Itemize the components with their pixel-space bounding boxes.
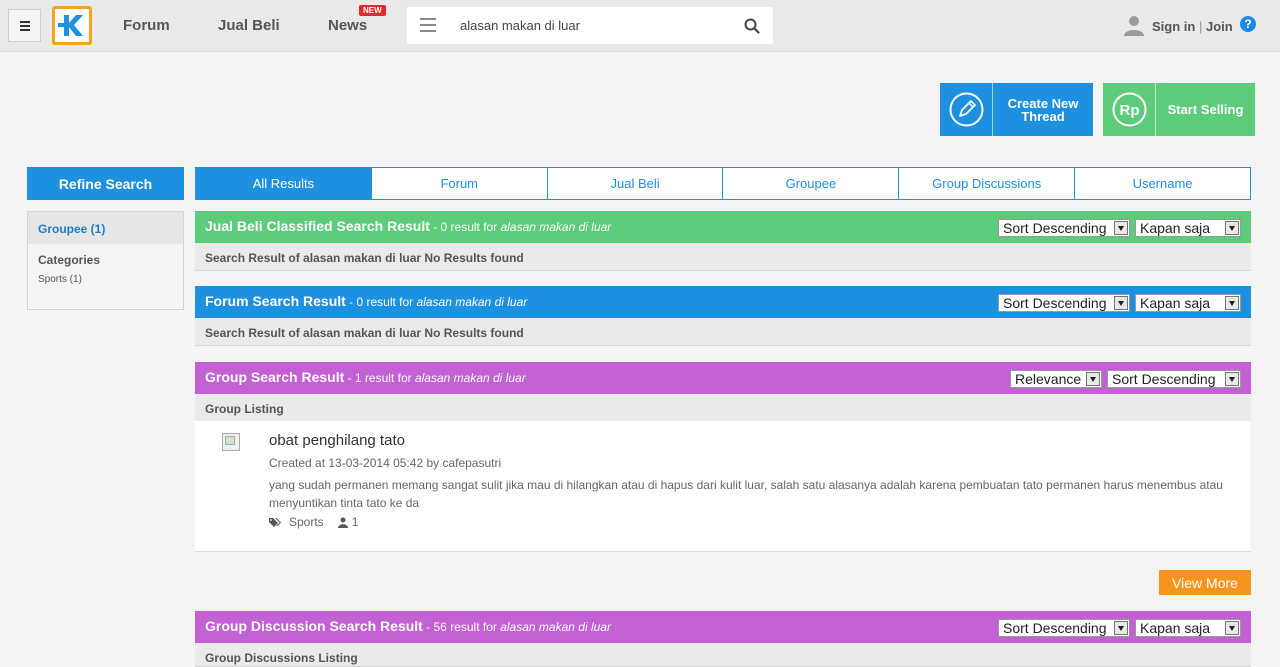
nav-jual-beli[interactable]: Jual Beli xyxy=(218,17,280,34)
forum-section-header: Forum Search Result - 0 result for alasa… xyxy=(195,286,1251,318)
kaskus-logo[interactable] xyxy=(52,6,92,45)
tags-icon xyxy=(269,517,281,527)
section-title: Jual Beli Classified Search Result - 0 r… xyxy=(205,218,612,234)
chevron-down-icon xyxy=(1086,372,1100,386)
jual-beli-section-header: Jual Beli Classified Search Result - 0 r… xyxy=(195,211,1251,243)
tab-all-results[interactable]: All Results xyxy=(196,168,371,199)
k-logo-icon xyxy=(58,15,83,36)
chevron-down-icon xyxy=(1225,372,1239,386)
relevance-select[interactable]: Relevance xyxy=(1010,370,1102,388)
member-icon xyxy=(337,517,348,528)
section-title: Group Search Result - 1 result for alasa… xyxy=(205,369,526,385)
svg-text:Rp: Rp xyxy=(1120,102,1140,119)
tab-jual-beli[interactable]: Jual Beli xyxy=(546,168,723,199)
forum-no-results: Search Result of alasan makan di luar No… xyxy=(195,318,1251,346)
view-more-button[interactable]: View More xyxy=(1159,570,1251,595)
tab-groupee[interactable]: Groupee xyxy=(722,168,898,199)
chevron-down-icon xyxy=(1114,296,1128,310)
create-new-thread-button[interactable]: Create New Thread xyxy=(940,83,1093,136)
sort-select[interactable]: Sort Descending xyxy=(998,219,1130,237)
signin-link[interactable]: Sign in xyxy=(1152,19,1195,34)
group-section-header: Group Search Result - 1 result for alasa… xyxy=(195,362,1251,394)
main-menu-button[interactable] xyxy=(8,9,41,42)
search-input[interactable] xyxy=(460,16,730,34)
signin-join: Sign in | Join xyxy=(1152,19,1233,34)
refine-search-button[interactable]: Refine Search xyxy=(27,167,184,200)
tag-sports[interactable]: Sports xyxy=(289,515,324,529)
time-select[interactable]: Kapan saja xyxy=(1135,294,1241,312)
start-selling-label: Start Selling xyxy=(1167,102,1244,117)
rupiah-icon: Rp xyxy=(1103,83,1156,136)
time-select[interactable]: Kapan saja xyxy=(1135,619,1241,637)
nav-forum[interactable]: Forum xyxy=(123,17,170,34)
refine-panel: Groupee (1) Categories Sports (1) xyxy=(27,211,184,310)
group-meta: Created at 13-03-2014 05:42 by cafepasut… xyxy=(269,456,502,470)
group-title-link[interactable]: obat penghilang tato xyxy=(269,432,405,449)
section-title: Group Discussion Search Result - 56 resu… xyxy=(205,618,611,634)
sort-select[interactable]: Sort Descending xyxy=(998,294,1130,312)
chevron-down-icon xyxy=(1225,621,1239,635)
search-icon[interactable] xyxy=(743,17,761,35)
jual-beli-no-results: Search Result of alasan makan di luar No… xyxy=(195,243,1251,271)
top-navbar: Forum Jual Beli News NEW Sign in | Join … xyxy=(0,0,1280,52)
list-item: obat penghilang tato Created at 13-03-20… xyxy=(195,421,1251,552)
section-title: Forum Search Result - 0 result for alasa… xyxy=(205,293,528,309)
group-listing-heading: Group Listing xyxy=(195,394,1251,422)
start-selling-button[interactable]: Rp Start Selling xyxy=(1103,83,1255,136)
sort-select[interactable]: Sort Descending xyxy=(1107,370,1241,388)
new-badge: NEW xyxy=(359,5,386,16)
pencil-icon xyxy=(940,83,993,136)
filter-groupee[interactable]: Groupee (1) xyxy=(28,212,183,244)
time-select[interactable]: Kapan saja xyxy=(1135,219,1241,237)
group-discussions-listing-heading: Group Discussions Listing xyxy=(195,643,1251,667)
member-count: 1 xyxy=(351,515,359,529)
create-new-thread-label: Create New Thread xyxy=(1007,95,1079,124)
group-tags: Sports 1 xyxy=(269,515,358,529)
group-thumbnail[interactable] xyxy=(222,433,240,451)
tab-username[interactable]: Username xyxy=(1074,168,1250,199)
tab-group-discussions[interactable]: Group Discussions xyxy=(898,168,1074,199)
signin-separator: | xyxy=(1198,19,1203,34)
search-bar xyxy=(407,7,773,44)
categories-heading: Categories xyxy=(38,253,101,267)
result-tabs: All Results Forum Jual Beli Groupee Grou… xyxy=(195,167,1251,200)
group-discussion-section-header: Group Discussion Search Result - 56 resu… xyxy=(195,611,1251,643)
help-icon[interactable]: ? xyxy=(1240,16,1256,32)
search-category-menu-icon[interactable] xyxy=(420,18,436,32)
sort-select[interactable]: Sort Descending xyxy=(998,619,1130,637)
nav-news[interactable]: News xyxy=(328,17,367,34)
chevron-down-icon xyxy=(1225,296,1239,310)
chevron-down-icon xyxy=(1114,221,1128,235)
chevron-down-icon xyxy=(1225,221,1239,235)
user-icon xyxy=(1124,16,1144,36)
group-description: yang sudah permanen memang sangat sulit … xyxy=(269,478,1223,510)
category-sports[interactable]: Sports (1) xyxy=(28,267,183,285)
chevron-down-icon xyxy=(1114,621,1128,635)
join-link[interactable]: Join xyxy=(1206,19,1233,34)
tab-forum[interactable]: Forum xyxy=(370,168,547,199)
